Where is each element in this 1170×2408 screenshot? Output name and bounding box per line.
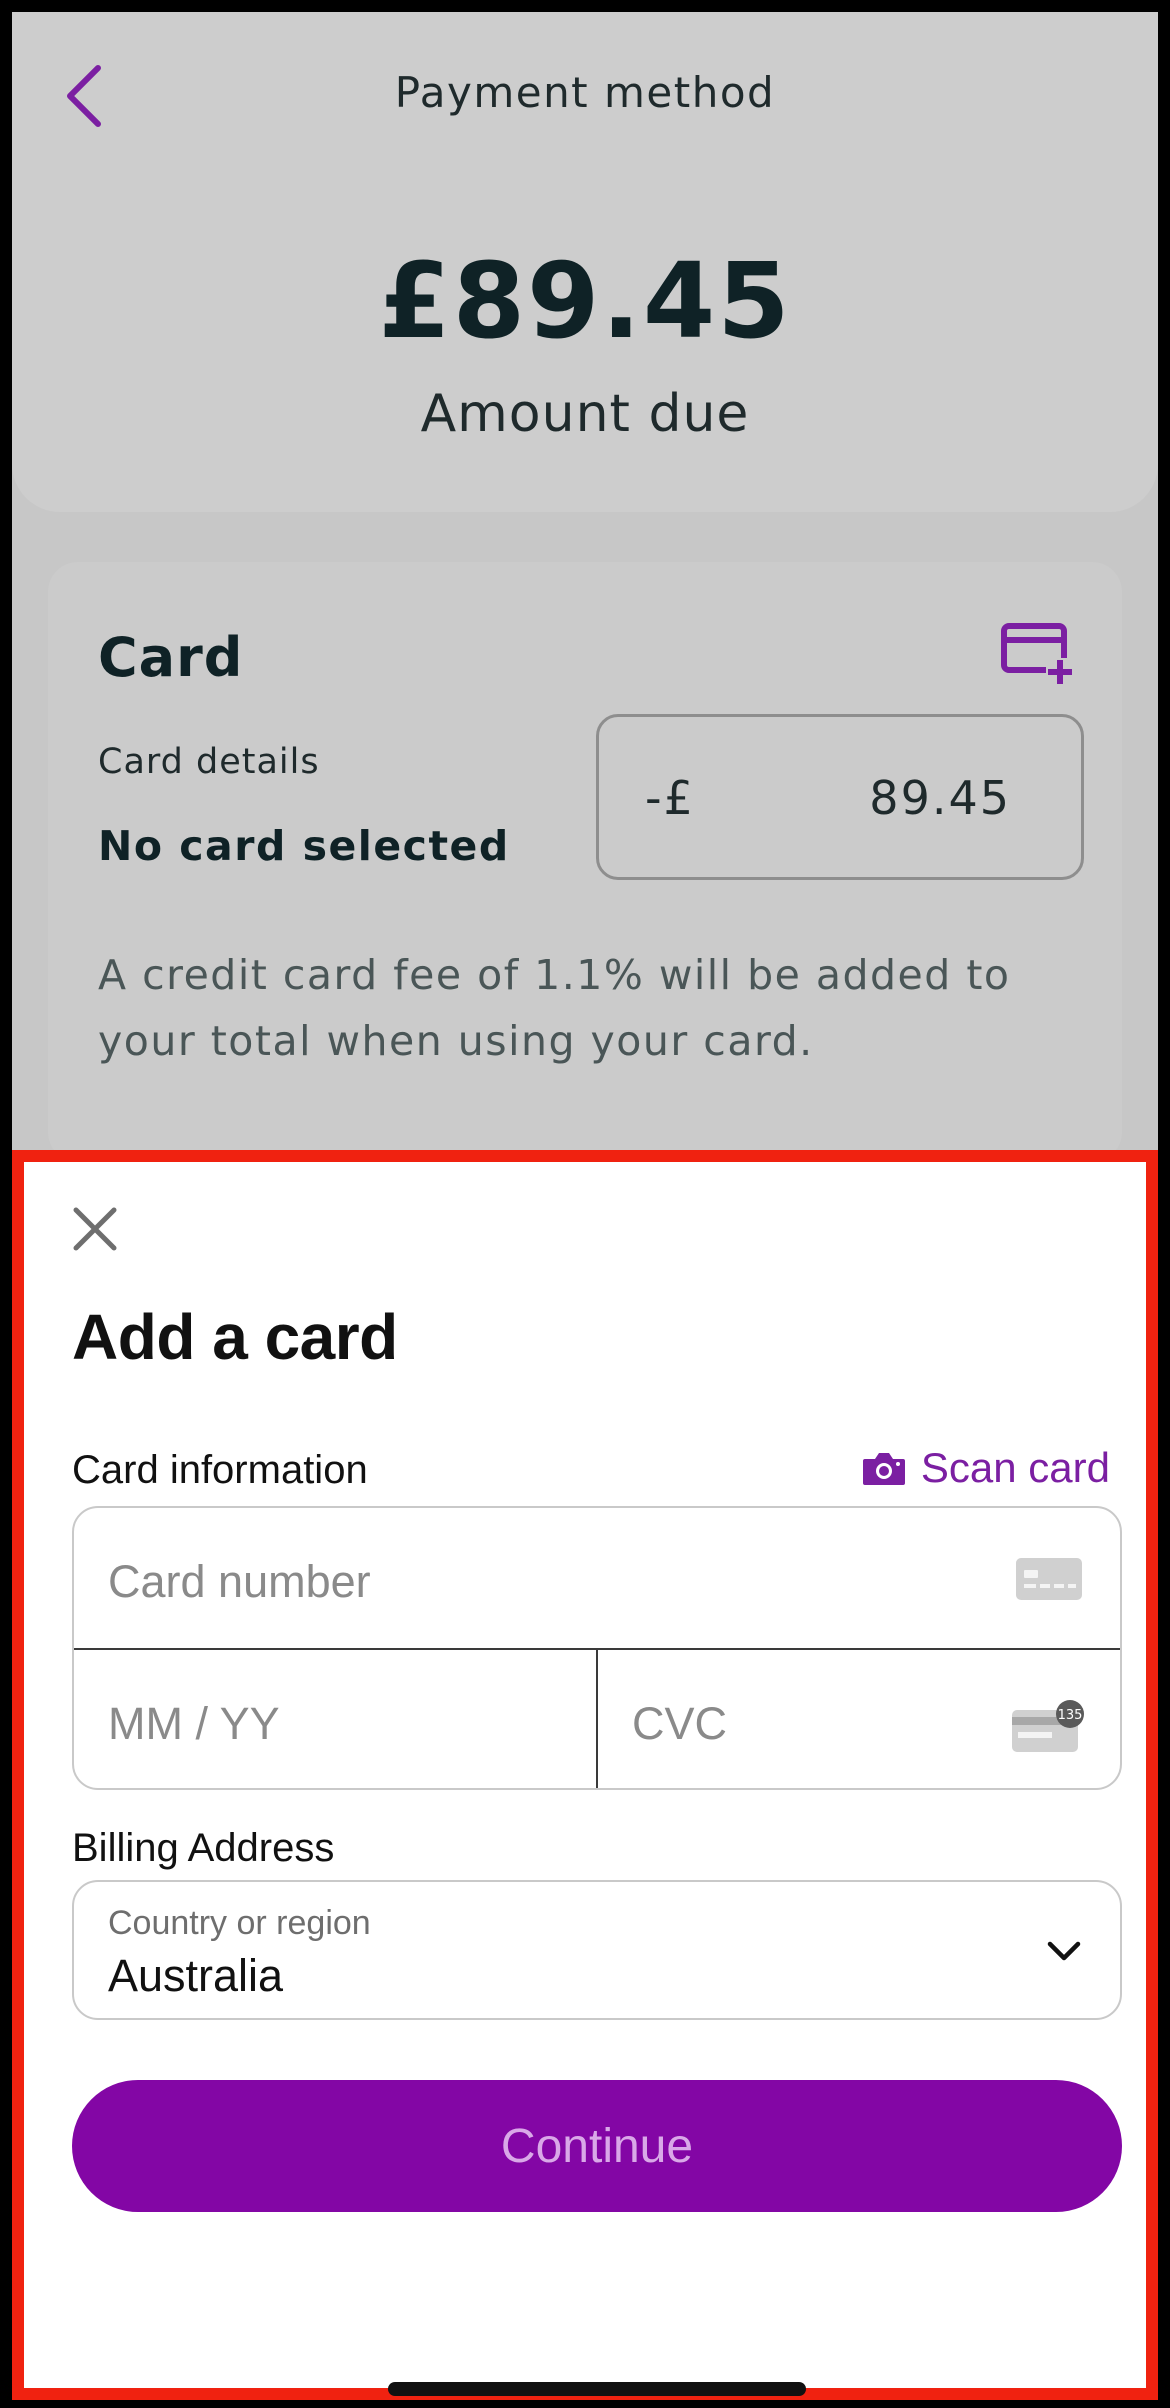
amount-due-label: Amount due (420, 384, 750, 444)
card-number-placeholder: Card number (108, 1556, 371, 1607)
home-indicator (388, 2382, 806, 2396)
card-details-label: Card details (98, 742, 320, 782)
cvc-icon-text: 135 (1058, 1708, 1083, 1723)
card-amount-field[interactable]: -£ 89.45 (596, 714, 1084, 880)
country-select-label: Country or region (108, 1904, 371, 1942)
country-select-value: Australia (108, 1950, 284, 2001)
card-fields: Card number MM / YY CVC 135 (72, 1506, 1122, 1790)
expiry-placeholder: MM / YY (108, 1698, 280, 1749)
card-information-label: Card information (72, 1448, 368, 1492)
screen: Payment method £89.45 Amount due Card Ca… (12, 12, 1158, 2400)
chevron-down-icon (1047, 1941, 1081, 1961)
add-card-icon[interactable] (1000, 622, 1076, 686)
sheet-title: Add a card (72, 1301, 398, 1373)
cvc-placeholder: CVC (632, 1698, 728, 1749)
billing-address-label: Billing Address (72, 1826, 335, 1870)
card-number-field[interactable]: Card number (74, 1508, 1120, 1650)
camera-icon (862, 1453, 905, 1485)
scan-card-label: Scan card (920, 1444, 1110, 1491)
amount-prefix: -£ (645, 771, 695, 825)
card-icon (1016, 1558, 1082, 1600)
card-section-title: Card (98, 626, 244, 689)
card-selected-status: No card selected (98, 822, 510, 870)
country-select[interactable]: Country or region Australia (72, 1880, 1122, 2020)
add-card-sheet: Add a card Card information Scan card Ca… (12, 1150, 1158, 2400)
fee-note: A credit card fee of 1.1% will be added … (98, 951, 1011, 1065)
cvc-field[interactable]: CVC 135 (598, 1650, 1120, 1788)
scan-card-button[interactable]: Scan card (861, 1442, 1110, 1494)
header-panel: Payment method £89.45 Amount due (12, 12, 1158, 512)
amount-due-value: £89.45 (378, 240, 792, 362)
amount-input-value: 89.45 (869, 771, 1011, 825)
expiry-field[interactable]: MM / YY (74, 1650, 598, 1788)
close-icon[interactable] (70, 1204, 120, 1254)
cvc-card-icon: 135 (1012, 1700, 1084, 1752)
continue-button[interactable]: Continue (72, 2080, 1122, 2212)
card-panel: Card Card details No card selected -£ 89… (48, 562, 1122, 1162)
page-title: Payment method (394, 68, 776, 117)
continue-label: Continue (500, 2119, 694, 2173)
